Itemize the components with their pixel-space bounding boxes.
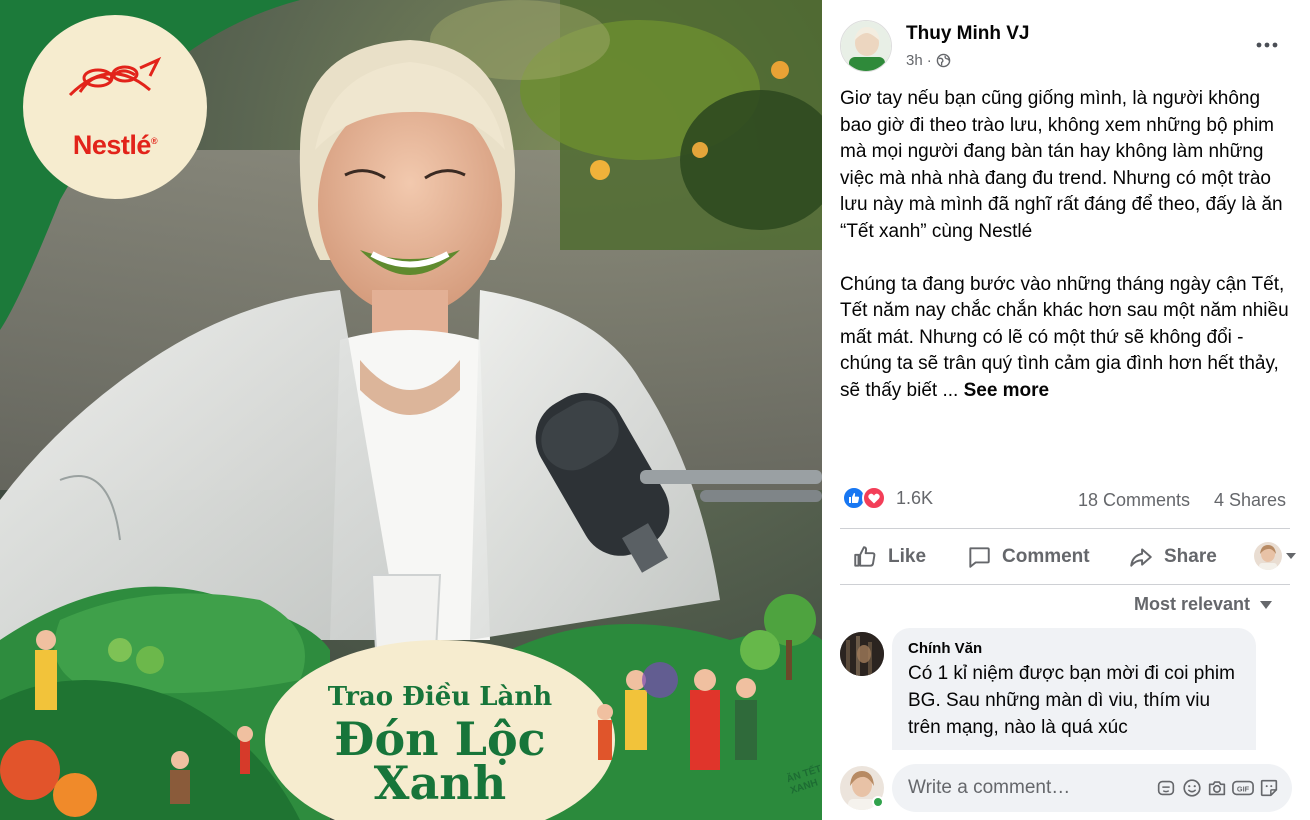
nestle-logo: Nestlé® — [72, 130, 158, 160]
author-avatar[interactable] — [840, 20, 892, 72]
comment-bubble: Chính Văn Có 1 kỉ niệm được bạn mời đi c… — [892, 628, 1256, 750]
comment-text: Có 1 kỉ niệm được bạn mời đi coi phim BG… — [908, 663, 1235, 738]
post-paragraph-2-text: Chúng ta đang bước vào những tháng ngày … — [840, 273, 1289, 401]
commenter-avatar[interactable] — [840, 632, 884, 676]
svg-text:GIF: GIF — [1237, 785, 1250, 794]
camera-icon — [1209, 781, 1226, 796]
camera-button[interactable] — [1205, 770, 1231, 806]
share-icon — [1130, 548, 1152, 567]
meta-separator: · — [926, 52, 932, 69]
heart-icon — [868, 493, 880, 503]
post-text: Giơ tay nếu bạn cũng giống mình, là ngườ… — [840, 86, 1290, 404]
post-photo[interactable]: Nestlé® Trao Điều Lành Đón Lộc Xanh ĂN T… — [0, 0, 822, 820]
more-dots-icon — [1256, 42, 1278, 48]
globe-icon — [936, 53, 950, 68]
more-options-button[interactable] — [1252, 30, 1282, 60]
like-label: Like — [888, 546, 927, 567]
comment-label: Comment — [1002, 546, 1090, 567]
share-label: Share — [1164, 546, 1217, 567]
comment-icon — [969, 547, 990, 568]
share-count-link[interactable]: 4 Shares — [1214, 490, 1286, 511]
chevron-down-icon — [1286, 553, 1296, 559]
react-as-selector[interactable] — [1254, 542, 1296, 570]
chevron-down-icon — [1260, 600, 1273, 609]
commenter-avatar-image — [840, 632, 884, 676]
comment-count-link[interactable]: 18 Comments — [1078, 490, 1190, 511]
thumbs-up-icon — [849, 493, 860, 503]
reaction-count: 1.6K — [896, 487, 934, 508]
post-meta: 3h · — [906, 52, 951, 69]
divider — [840, 584, 1290, 585]
facebook-photo-viewer: Nestlé® Trao Điều Lành Đón Lộc Xanh ĂN T… — [0, 0, 1310, 820]
post-paragraph-1: Giơ tay nếu bạn cũng giống mình, là ngườ… — [840, 88, 1283, 242]
online-status-dot — [872, 796, 884, 808]
sticker-icon — [1157, 780, 1175, 796]
avatar-sticker-icon — [1260, 779, 1278, 797]
author-name[interactable]: Thuy Minh VJ — [906, 23, 1030, 45]
comment-composer[interactable]: GIF — [892, 764, 1292, 812]
sticker-button[interactable] — [1153, 770, 1179, 806]
campaign-line-3: Xanh — [373, 756, 507, 810]
commenter-name[interactable]: Chính Văn — [908, 640, 1240, 657]
emoji-button[interactable] — [1179, 770, 1205, 806]
comment-sort-dropdown[interactable]: Most relevant — [1134, 594, 1273, 615]
gif-button[interactable]: GIF — [1230, 770, 1256, 806]
brand-name: Nestlé — [72, 130, 152, 160]
avatar-sticker-button[interactable] — [1256, 770, 1282, 806]
user-avatar-image — [1254, 542, 1282, 570]
campaign-line-1: Trao Điều Lành — [327, 682, 553, 712]
post-time[interactable]: 3h — [906, 52, 923, 69]
comment-button[interactable]: Comment — [966, 540, 1090, 574]
reaction-summary[interactable]: 1.6K — [842, 486, 933, 510]
comment-input[interactable] — [908, 777, 1153, 799]
gif-icon: GIF — [1232, 780, 1255, 796]
react-as-avatar — [1254, 542, 1282, 570]
see-more-link[interactable]: See more — [964, 380, 1050, 401]
post-paragraph-2: Chúng ta đang bước vào những tháng ngày … — [840, 272, 1290, 405]
avatar-image — [841, 21, 891, 71]
divider — [840, 528, 1290, 529]
love-reaction-icon — [862, 486, 886, 510]
sort-label: Most relevant — [1134, 594, 1251, 614]
emoji-icon — [1183, 779, 1201, 797]
share-button[interactable]: Share — [1128, 540, 1217, 574]
like-icon — [854, 546, 876, 567]
like-button[interactable]: Like — [852, 540, 926, 574]
